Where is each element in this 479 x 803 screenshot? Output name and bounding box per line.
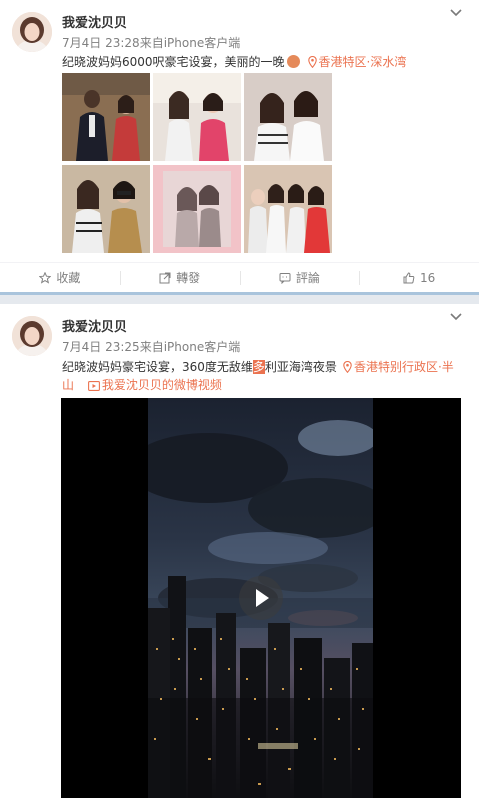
favorite-button[interactable]: 收藏 xyxy=(0,263,120,292)
post-meta: 7月4日 23:28来自iPhone客户端 xyxy=(62,34,240,51)
like-button[interactable]: 16 xyxy=(359,263,479,292)
chevron-down-icon[interactable] xyxy=(449,8,463,18)
feed-divider xyxy=(0,292,479,304)
avatar[interactable] xyxy=(12,12,52,52)
comment-button[interactable]: 評論 xyxy=(239,263,360,292)
photo-thumbnail[interactable] xyxy=(153,73,241,161)
play-icon[interactable] xyxy=(239,576,283,620)
post-text: 纪晓波妈妈6000呎豪宅设宴，美丽的一晚 香港特区·深水湾 xyxy=(62,53,469,71)
thumbs-up-icon xyxy=(403,271,415,283)
post-text: 纪晓波妈妈豪宅设宴，360度无敌维多利亚海湾夜景 香港特别行政区·半 山 我爱沈贝… xyxy=(62,358,469,394)
photo-grid xyxy=(62,73,332,253)
action-bar: 收藏 轉發 評論 16 xyxy=(0,262,479,292)
post-meta: 7月4日 23:25来自iPhone客户端 xyxy=(62,338,240,355)
repost-label: 轉發 xyxy=(176,271,201,285)
location-link-cont[interactable]: 山 xyxy=(62,378,74,392)
comment-label: 評論 xyxy=(295,271,320,285)
video-player[interactable] xyxy=(61,398,461,798)
post-time[interactable]: 23:25 xyxy=(105,340,140,354)
location-link[interactable]: 香港特区·深水湾 xyxy=(319,55,407,69)
post-source: 来自iPhone客户端 xyxy=(139,36,241,50)
post-card-2: 我爱沈贝贝 7月4日 23:25来自iPhone客户端 纪晓波妈妈豪宅设宴，36… xyxy=(0,304,479,803)
avatar[interactable] xyxy=(12,316,52,356)
author-name[interactable]: 我爱沈贝贝 xyxy=(62,12,127,31)
like-count: 16 xyxy=(419,270,436,285)
location-pin-icon xyxy=(307,56,317,68)
photo-thumbnail[interactable] xyxy=(62,165,150,253)
star-icon xyxy=(39,271,52,284)
post-body: 纪晓波妈妈豪宅设宴，360度无敌维 xyxy=(62,360,253,374)
text-highlight: 多 xyxy=(252,360,265,374)
post-date[interactable]: 7月4日 xyxy=(62,36,101,50)
video-link[interactable]: 我爱沈贝贝的微博视频 xyxy=(102,378,222,392)
repost-button[interactable]: 轉發 xyxy=(119,263,240,292)
photo-thumbnail[interactable] xyxy=(244,165,332,253)
photo-thumbnail[interactable] xyxy=(244,73,332,161)
post-time[interactable]: 23:28 xyxy=(105,36,140,50)
favorite-label: 收藏 xyxy=(56,271,81,285)
post-body: 纪晓波妈妈6000呎豪宅设宴，美丽的一晚 xyxy=(62,55,285,69)
location-link[interactable]: 香港特别行政区·半 xyxy=(354,360,454,374)
location-pin-icon xyxy=(343,361,352,373)
photo-thumbnail[interactable] xyxy=(62,73,150,161)
chevron-down-icon[interactable] xyxy=(449,312,463,322)
emoji-icon xyxy=(286,55,300,68)
post-source: 来自iPhone客户端 xyxy=(139,340,241,354)
post-date[interactable]: 7月4日 xyxy=(62,340,101,354)
video-icon xyxy=(87,381,100,391)
author-name[interactable]: 我爱沈贝贝 xyxy=(62,316,127,335)
post-card-1: 我爱沈贝贝 7月4日 23:28来自iPhone客户端 纪晓波妈妈6000呎豪宅… xyxy=(0,0,479,292)
comment-icon xyxy=(279,272,291,284)
photo-thumbnail[interactable] xyxy=(153,165,241,253)
repost-icon xyxy=(159,272,171,283)
post-body-suffix: 利亚海湾夜景 xyxy=(264,360,337,374)
